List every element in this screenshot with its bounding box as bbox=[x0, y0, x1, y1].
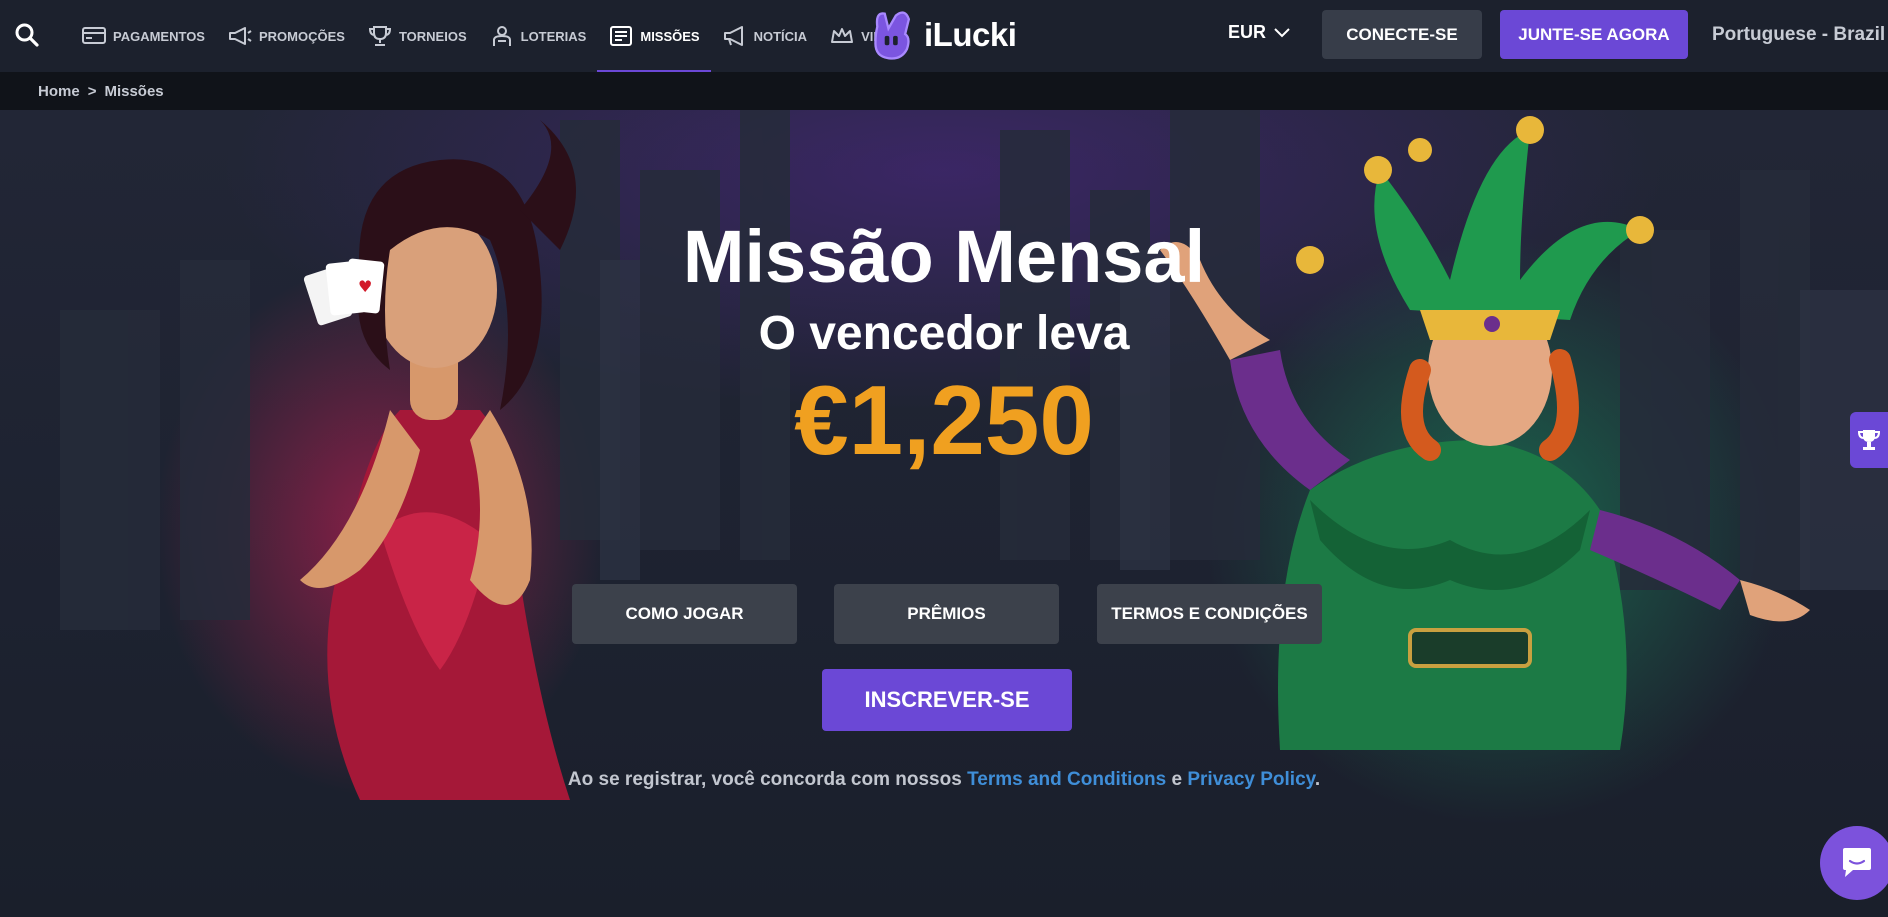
missions-icon bbox=[610, 26, 633, 46]
trophy-icon bbox=[1857, 430, 1881, 450]
trophy-icon bbox=[368, 26, 391, 46]
prize-amount: €1,250 bbox=[794, 365, 1094, 475]
side-tournament-widget[interactable] bbox=[1850, 412, 1888, 468]
join-button[interactable]: JUNTE-SE AGORA bbox=[1500, 10, 1688, 59]
nav-item-label: PROMOÇÕES bbox=[258, 28, 345, 44]
hero-title: Missão Mensal bbox=[682, 215, 1206, 298]
megaphone-icon bbox=[228, 27, 252, 45]
currency-label: EUR bbox=[1228, 22, 1267, 42]
language-select[interactable]: Portuguese - Brazil bbox=[1712, 24, 1885, 46]
top-navigation-bar: PAGAMENTOS PROMOÇÕES TORNEIOS LOTERIAS M… bbox=[0, 0, 1888, 72]
hero-banner: ♥ Missão Mensal O vencedor leva €1,250 C… bbox=[0, 110, 1888, 917]
hero-subtitle: O vencedor leva bbox=[758, 307, 1130, 360]
breadcrumb-current: Missões bbox=[104, 82, 164, 100]
currency-select[interactable]: EUR bbox=[1228, 22, 1290, 43]
crown-icon bbox=[831, 28, 854, 43]
nav-item-label: LOTERIAS bbox=[520, 28, 587, 44]
nav-item-label: PAGAMENTOS bbox=[113, 28, 205, 44]
signup-button[interactable]: INSCREVER-SE bbox=[822, 669, 1072, 731]
login-button[interactable]: CONECTE-SE bbox=[1322, 10, 1482, 59]
chat-button[interactable] bbox=[1820, 826, 1888, 900]
nav-item-label: MISSÕES bbox=[640, 28, 700, 44]
legal-notice: Ao se registrar, você concorda com nosso… bbox=[0, 769, 1888, 791]
site-logo[interactable]: iLucki bbox=[868, 4, 1017, 66]
nav-item-missoes[interactable]: MISSÕES bbox=[597, 0, 711, 72]
lottery-icon bbox=[492, 26, 511, 46]
logo-mark-icon bbox=[874, 11, 911, 60]
nav-item-label: NOTÍCIA bbox=[753, 28, 808, 44]
terms-button[interactable]: TERMOS E CONDIÇÕES bbox=[1097, 584, 1322, 644]
legal-suffix: . bbox=[1314, 769, 1321, 790]
nav-item-label: TORNEIOS bbox=[398, 28, 467, 44]
main-nav: PAGAMENTOS PROMOÇÕES TORNEIOS LOTERIAS M… bbox=[70, 0, 893, 72]
nav-item-torneios[interactable]: TORNEIOS bbox=[356, 0, 478, 72]
logo-text: iLucki bbox=[924, 16, 1017, 53]
nav-item-noticia[interactable]: NOTÍCIA bbox=[711, 0, 818, 72]
chevron-down-icon bbox=[1274, 27, 1290, 37]
breadcrumb-separator: > bbox=[87, 82, 97, 100]
chat-bubble-icon bbox=[1843, 848, 1871, 877]
privacy-link[interactable]: Privacy Policy bbox=[1187, 769, 1314, 790]
prizes-button[interactable]: PRÊMIOS bbox=[834, 584, 1059, 644]
breadcrumb-home-link[interactable]: Home bbox=[38, 83, 80, 100]
card-icon bbox=[82, 27, 106, 44]
breadcrumb: Home > Missões bbox=[0, 72, 1888, 110]
nav-item-pagamentos[interactable]: PAGAMENTOS bbox=[70, 0, 216, 72]
nav-item-loterias[interactable]: LOTERIAS bbox=[478, 0, 598, 72]
legal-prefix: Ao se registrar, você concorda com nosso… bbox=[567, 769, 968, 790]
how-to-play-button[interactable]: COMO JOGAR bbox=[572, 584, 797, 644]
legal-and: e bbox=[1166, 769, 1188, 790]
search-icon[interactable] bbox=[14, 22, 40, 48]
terms-link[interactable]: Terms and Conditions bbox=[967, 769, 1166, 790]
news-megaphone-icon bbox=[723, 26, 743, 46]
nav-item-promocoes[interactable]: PROMOÇÕES bbox=[216, 0, 356, 72]
